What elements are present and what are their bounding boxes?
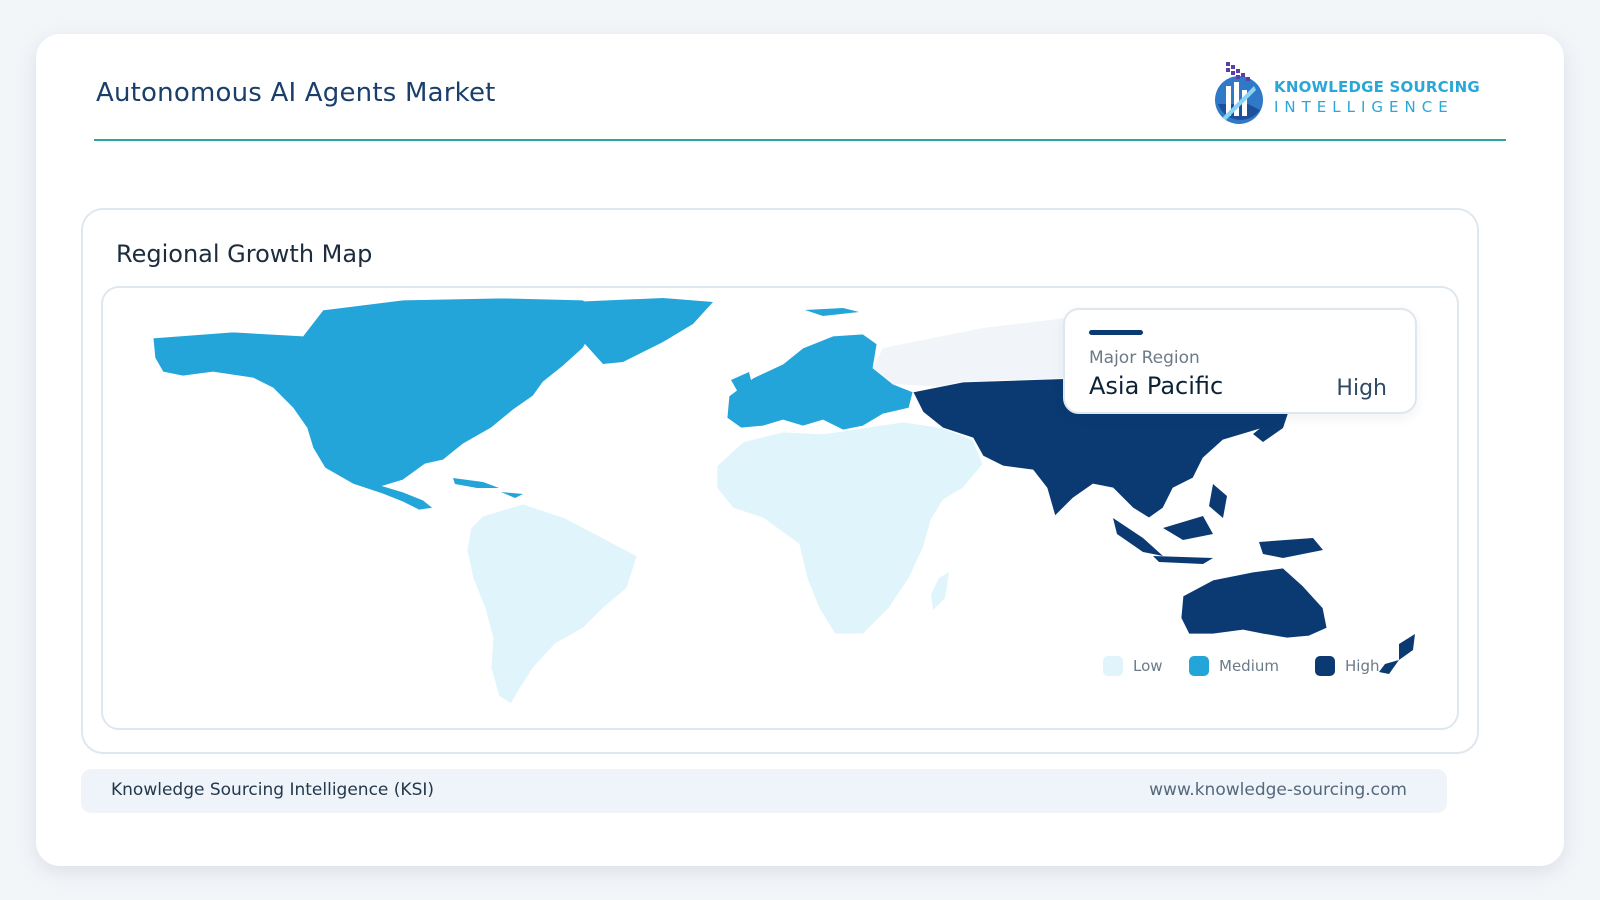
tooltip-accent-bar xyxy=(1089,330,1143,335)
logo-text-top: KNOWLEDGE SOURCING xyxy=(1274,78,1480,96)
legend-label-low: Low xyxy=(1133,657,1163,675)
region-madagascar[interactable] xyxy=(931,572,949,610)
region-caribbean[interactable] xyxy=(453,478,523,498)
logo-icon xyxy=(1215,62,1263,124)
page-title: Autonomous AI Agents Market xyxy=(96,78,496,108)
tooltip-growth-level: High xyxy=(1336,376,1387,401)
region-australia[interactable] xyxy=(1180,567,1328,639)
region-tooltip: Major Region Asia Pacific High xyxy=(1063,308,1417,414)
map-container: Major Region Asia Pacific High Low Mediu… xyxy=(101,286,1459,730)
legend-swatch-medium xyxy=(1189,656,1209,676)
logo-text-bottom: INTELLIGENCE xyxy=(1274,98,1454,116)
legend-label-high: High xyxy=(1345,657,1380,675)
map-legend: Low Medium High xyxy=(1103,654,1433,678)
footer-company: Knowledge Sourcing Intelligence (KSI) xyxy=(111,780,435,800)
region-greenland[interactable] xyxy=(571,298,713,364)
legend-swatch-high xyxy=(1315,656,1335,676)
tooltip-region-name: Asia Pacific xyxy=(1089,372,1224,400)
company-logo[interactable]: KNOWLEDGE SOURCING INTELLIGENCE xyxy=(1208,60,1508,130)
report-card: Autonomous AI Agents Market KNOWLEDGE SO… xyxy=(36,34,1564,866)
legend-swatch-low xyxy=(1103,656,1123,676)
header-divider xyxy=(94,139,1506,141)
region-north-america[interactable] xyxy=(152,297,604,511)
legend-label-medium: Medium xyxy=(1219,657,1279,675)
tooltip-label: Major Region xyxy=(1089,348,1200,368)
footer-website-link[interactable]: www.knowledge-sourcing.com xyxy=(1149,780,1407,800)
region-south-america[interactable] xyxy=(466,503,638,705)
panel-title: Regional Growth Map xyxy=(116,240,373,268)
map-panel: Regional Growth Map Major Region Asia Pa… xyxy=(81,208,1479,754)
footer-bar: Knowledge Sourcing Intelligence (KSI) ww… xyxy=(81,769,1447,813)
region-middle-east-africa[interactable] xyxy=(716,421,984,635)
